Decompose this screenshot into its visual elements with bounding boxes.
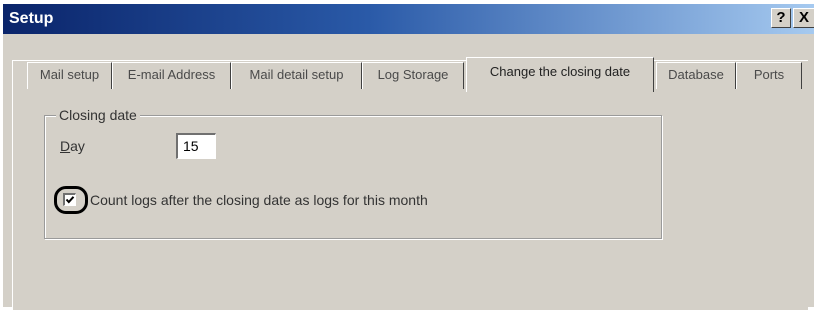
close-button[interactable]: X: [793, 8, 814, 28]
close-icon: X: [798, 9, 809, 26]
tab-ports[interactable]: Ports: [736, 62, 802, 89]
day-label: Day: [60, 138, 85, 154]
count-logs-label[interactable]: Count logs after the closing date as log…: [90, 192, 428, 208]
tab-log-storage[interactable]: Log Storage: [362, 62, 464, 89]
help-icon: ?: [776, 9, 786, 26]
closing-date-group: [44, 115, 662, 239]
tab-email-address[interactable]: E-mail Address: [112, 62, 231, 89]
day-label-rest: ay: [70, 138, 85, 154]
day-input[interactable]: 15: [176, 133, 216, 159]
day-label-mnemonic: D: [60, 138, 71, 154]
checkmark-icon: [65, 196, 75, 204]
tab-database[interactable]: Database: [656, 62, 736, 89]
help-button[interactable]: ?: [771, 8, 791, 28]
tab-mail-detail-setup[interactable]: Mail detail setup: [231, 62, 362, 89]
count-logs-checkbox[interactable]: [63, 193, 76, 206]
closing-date-group-label: Closing date: [56, 107, 140, 123]
tab-change-closing-date[interactable]: Change the closing date: [466, 57, 654, 92]
window-title: Setup: [9, 10, 54, 27]
tab-strip: Mail setup E-mail Address Mail detail se…: [0, 30, 812, 92]
tab-mail-setup[interactable]: Mail setup: [27, 62, 112, 89]
